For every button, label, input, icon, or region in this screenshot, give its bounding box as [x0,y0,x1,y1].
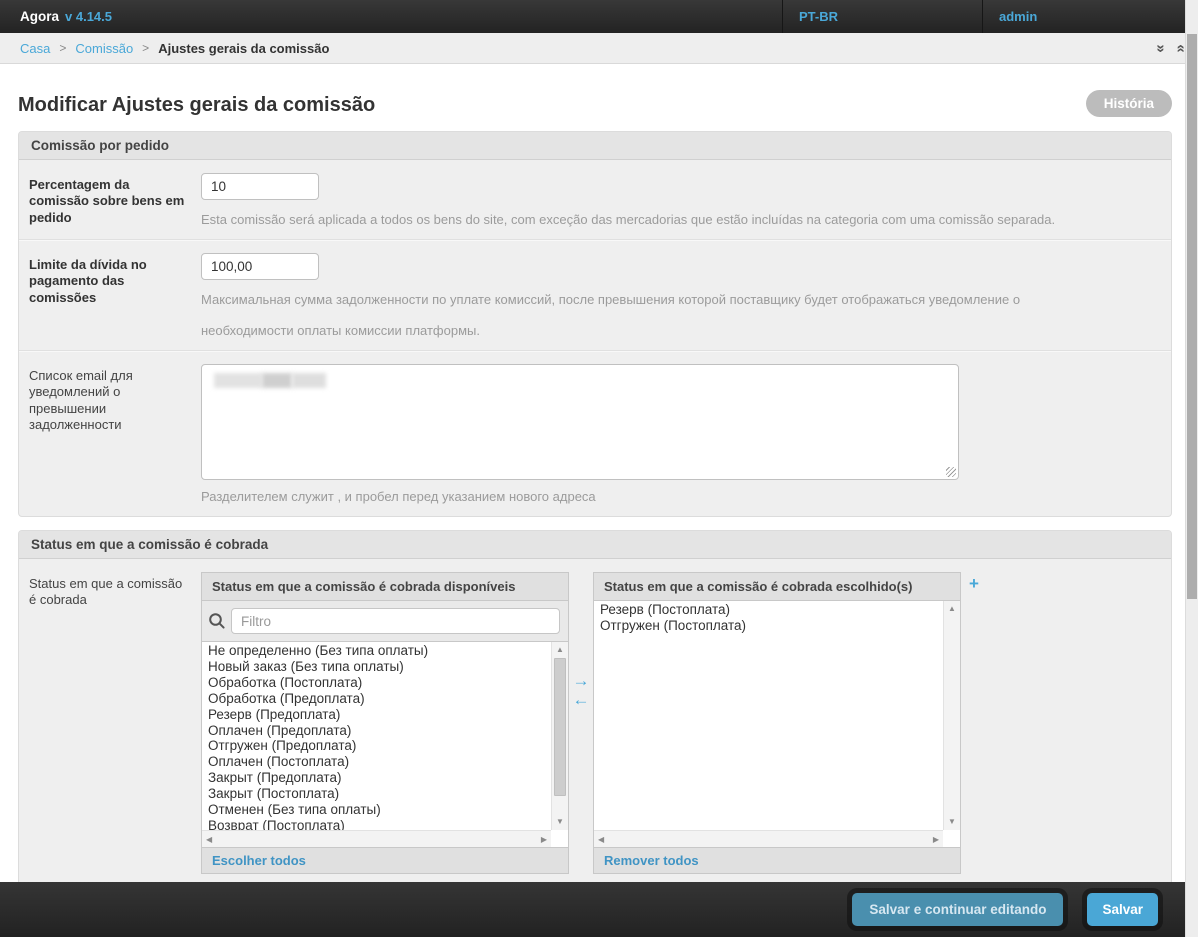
available-option[interactable]: Возврат (Постоплата) [202,818,551,830]
form-row-commission-percent: Percentagem da comissão sobre bens em pe… [19,160,1171,239]
page-head: Modificar Ajustes gerais da comissão His… [18,90,1172,117]
filter-row [202,601,568,641]
available-option[interactable]: Оплачен (Предоплата) [202,723,551,739]
available-box-footer: Escolher todos [202,848,568,873]
available-option[interactable]: Не определенно (Без типа оплаты) [202,643,551,659]
section-commission-statuses: Status em que a comissão é cobrada Statu… [18,530,1172,911]
add-status-icon[interactable]: + [969,574,979,594]
horizontal-scrollbar[interactable]: ◀ ▶ [202,830,551,847]
breadcrumb-link-home[interactable]: Casa [20,41,50,56]
chosen-box: Status em que a comissão é cobrada escol… [593,572,961,874]
horizontal-scrollbar[interactable]: ◀ ▶ [594,830,943,847]
scroll-down-icon[interactable]: ▼ [552,815,568,829]
dual-select-widget: Status em que a comissão é cobrada dispo… [201,572,1161,874]
available-option[interactable]: Обработка (Постоплата) [202,675,551,691]
breadcrumb-current: Ajustes gerais da comissão [158,40,330,56]
user-menu[interactable]: admin [982,0,1198,33]
scroll-left-icon[interactable]: ◀ [598,835,604,844]
scroll-up-icon[interactable]: ▲ [552,643,568,657]
bottom-action-bar: Salvar e continuar editando Salvar [0,882,1198,937]
history-button[interactable]: História [1085,90,1172,117]
main-content: Modificar Ajustes gerais da comissão His… [0,90,1198,911]
redacted-email-text [214,373,262,388]
available-option[interactable]: Оплачен (Постоплата) [202,754,551,770]
textarea-resize-handle[interactable] [946,467,956,477]
app-brand[interactable]: Agora v 4.14.5 [0,0,112,33]
chosen-box-footer: Remover todos [594,848,960,873]
scroll-up-icon[interactable]: ▲ [944,602,960,616]
locale-menu[interactable]: PT-BR [782,0,982,33]
available-option[interactable]: Закрыт (Постоплата) [202,786,551,802]
chosen-list[interactable]: Резерв (Постоплата) Отгружен (Постоплата)… [594,601,960,848]
chosen-box-title: Status em que a comissão é cobrada escol… [594,573,960,601]
top-bar: Agora v 4.14.5 PT-BR admin [0,0,1198,33]
breadcrumb-separator: > [59,41,67,55]
available-list[interactable]: Не определенно (Без типа оплаты) Новый за… [202,641,568,848]
breadcrumb-link-commission[interactable]: Comissão [75,41,133,56]
move-arrows: → ← [569,672,593,708]
app-name: Agora [20,9,60,24]
available-option[interactable]: Резерв (Предоплата) [202,707,551,723]
scroll-down-icon[interactable]: ▼ [944,815,960,829]
remove-all-link[interactable]: Remover todos [604,853,699,868]
page-title: Modificar Ajustes gerais da comissão [18,94,376,116]
available-box: Status em que a comissão é cobrada dispo… [201,572,569,874]
section-title: Comissão por pedido [19,132,1171,160]
email-list-textarea[interactable] [201,364,959,480]
move-left-icon[interactable]: ← [573,691,590,708]
email-list-help: Разделителем служит , и пробел перед ука… [201,489,596,504]
search-icon [208,612,226,630]
double-chevron-down-icon[interactable]: » [1153,44,1170,52]
commission-percent-help: Esta comissão será aplicada a todos os b… [201,212,1056,227]
breadcrumb-separator: > [142,41,150,55]
app-version: v 4.14.5 [65,9,113,24]
debt-limit-label: Limite da dívida no pagamento das comiss… [29,257,147,305]
email-list-label: Список email для уведомлений о превышени… [29,368,133,432]
scrollbar-thumb[interactable] [554,658,566,796]
save-continue-button[interactable]: Salvar e continuar editando [852,893,1064,926]
redacted-email-text [262,373,292,388]
filter-input[interactable] [231,608,560,634]
available-option[interactable]: Новый заказ (Без типа оплаты) [202,659,551,675]
section-title: Status em que a comissão é cobrada [19,531,1171,559]
page-scrollbar-thumb[interactable] [1187,34,1197,599]
available-option[interactable]: Отменен (Без типа оплаты) [202,802,551,818]
chosen-option[interactable]: Резерв (Постоплата) [594,602,943,618]
scroll-right-icon[interactable]: ▶ [933,835,939,844]
form-row-statuses: Status em que a comissão é cobrada Statu… [19,559,1171,910]
commission-percent-label: Percentagem da comissão sobre bens em pe… [29,177,185,225]
commission-percent-input[interactable] [201,173,319,200]
vertical-scrollbar[interactable]: ▲ ▼ [551,642,568,830]
form-row-email-list: Список email для уведомлений о превышени… [19,350,1171,516]
scroll-left-icon[interactable]: ◀ [206,835,212,844]
vertical-scrollbar[interactable]: ▲ ▼ [943,601,960,830]
statuses-label: Status em que a comissão é cobrada [29,576,183,608]
available-option[interactable]: Обработка (Предоплата) [202,691,551,707]
move-right-icon[interactable]: → [573,672,590,689]
debt-limit-help-line1: Максимальная сумма задолженности по упла… [201,292,1021,307]
choose-all-link[interactable]: Escolher todos [212,853,306,868]
form-row-debt-limit: Limite da dívida no pagamento das comiss… [19,239,1171,350]
debt-limit-input[interactable] [201,253,319,280]
section-commission-per-order: Comissão por pedido Percentagem da comis… [18,131,1172,517]
redacted-email-text [292,373,326,388]
available-option[interactable]: Отгружен (Предоплата) [202,738,551,754]
save-button[interactable]: Salvar [1087,893,1158,926]
breadcrumb: Casa > Comissão > Ajustes gerais da comi… [0,33,1198,64]
topbar-right: PT-BR admin [782,0,1198,33]
available-box-title: Status em que a comissão é cobrada dispo… [202,573,568,601]
page-scrollbar[interactable] [1185,0,1198,937]
scroll-right-icon[interactable]: ▶ [541,835,547,844]
chosen-option[interactable]: Отгружен (Постоплата) [594,618,943,634]
available-option[interactable]: Закрыт (Предоплата) [202,770,551,786]
debt-limit-help-line2: необходимости оплаты комиссии платформы. [201,323,480,338]
